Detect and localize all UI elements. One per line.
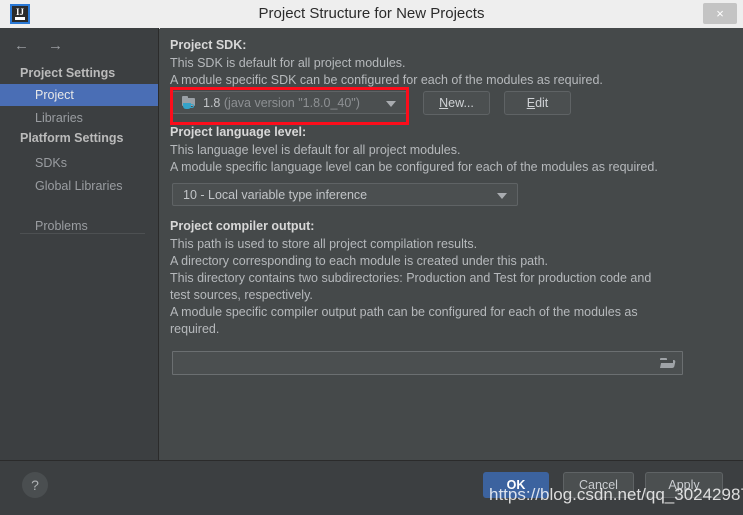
project-sdk-dropdown[interactable]: 1.8 (java version "1.8.0_40") xyxy=(172,91,407,114)
compiler-output-desc-1: This path is used to store all project c… xyxy=(170,237,478,251)
compiler-output-desc-3: This directory contains two subdirectori… xyxy=(170,271,652,285)
ok-button[interactable]: OK xyxy=(483,472,549,498)
compiler-output-desc-5: A module specific compiler output path c… xyxy=(170,305,638,319)
edit-sdk-button-mnemonic: E xyxy=(526,96,536,110)
new-sdk-button[interactable]: New... xyxy=(423,91,490,115)
sidebar-item-libraries[interactable]: Libraries xyxy=(0,107,158,129)
compiler-output-path-field[interactable] xyxy=(172,351,683,375)
new-sdk-button-mnemonic: N xyxy=(439,96,449,110)
project-sdk-desc-2: A module specific SDK can be configured … xyxy=(170,73,603,87)
edit-sdk-button[interactable]: Edit xyxy=(504,91,571,115)
back-arrow-icon[interactable]: ← xyxy=(14,37,40,55)
sidebar: ← → Project Settings Project Libraries Pl… xyxy=(0,28,159,460)
project-sdk-title: Project SDK: xyxy=(170,38,247,52)
close-icon[interactable]: × xyxy=(703,3,737,24)
new-sdk-button-label: ew... xyxy=(448,96,474,110)
language-level-dropdown[interactable]: 10 - Local variable type inference xyxy=(172,183,518,206)
project-sdk-desc-1: This SDK is default for all project modu… xyxy=(170,56,406,70)
sidebar-group-project-settings: Project Settings xyxy=(20,66,116,80)
compiler-output-title: Project compiler output: xyxy=(170,219,315,233)
language-level-title: Project language level: xyxy=(170,125,307,139)
cancel-button[interactable]: Cancel xyxy=(563,472,634,498)
folder-open-icon[interactable] xyxy=(660,357,676,369)
chevron-down-icon xyxy=(386,100,396,107)
compiler-output-desc-2: A directory corresponding to each module… xyxy=(170,254,548,268)
forward-arrow-icon[interactable]: → xyxy=(48,37,74,55)
jdk-folder-icon xyxy=(181,96,197,110)
chevron-down-icon xyxy=(497,192,507,199)
content-panel: Project SDK: This SDK is default for all… xyxy=(160,28,743,460)
navigation-arrows: ← → xyxy=(14,37,84,55)
title-bar: IJ Project Structure for New Projects × xyxy=(0,0,743,29)
window-title: Project Structure for New Projects xyxy=(258,5,485,22)
sidebar-item-problems[interactable]: Problems xyxy=(0,215,158,237)
language-level-desc-1: This language level is default for all p… xyxy=(170,143,461,157)
sidebar-item-project[interactable]: Project xyxy=(0,84,158,106)
sidebar-item-sdks[interactable]: SDKs xyxy=(0,152,158,174)
compiler-output-desc-4: test sources, respectively. xyxy=(170,288,313,302)
project-sdk-detail: (java version "1.8.0_40") xyxy=(223,96,360,110)
project-sdk-version: 1.8 xyxy=(203,96,221,110)
project-structure-dialog: IJ Project Structure for New Projects × … xyxy=(0,0,743,515)
sidebar-item-global-libraries[interactable]: Global Libraries xyxy=(0,175,158,197)
language-level-value: 10 - Local variable type inference xyxy=(183,188,368,202)
apply-button[interactable]: Apply xyxy=(645,472,723,498)
compiler-output-desc-6: required. xyxy=(170,322,220,336)
help-button[interactable]: ? xyxy=(22,472,48,498)
language-level-desc-2: A module specific language level can be … xyxy=(170,160,658,174)
edit-sdk-button-label: dit xyxy=(535,96,549,110)
sidebar-group-platform-settings: Platform Settings xyxy=(20,131,124,145)
